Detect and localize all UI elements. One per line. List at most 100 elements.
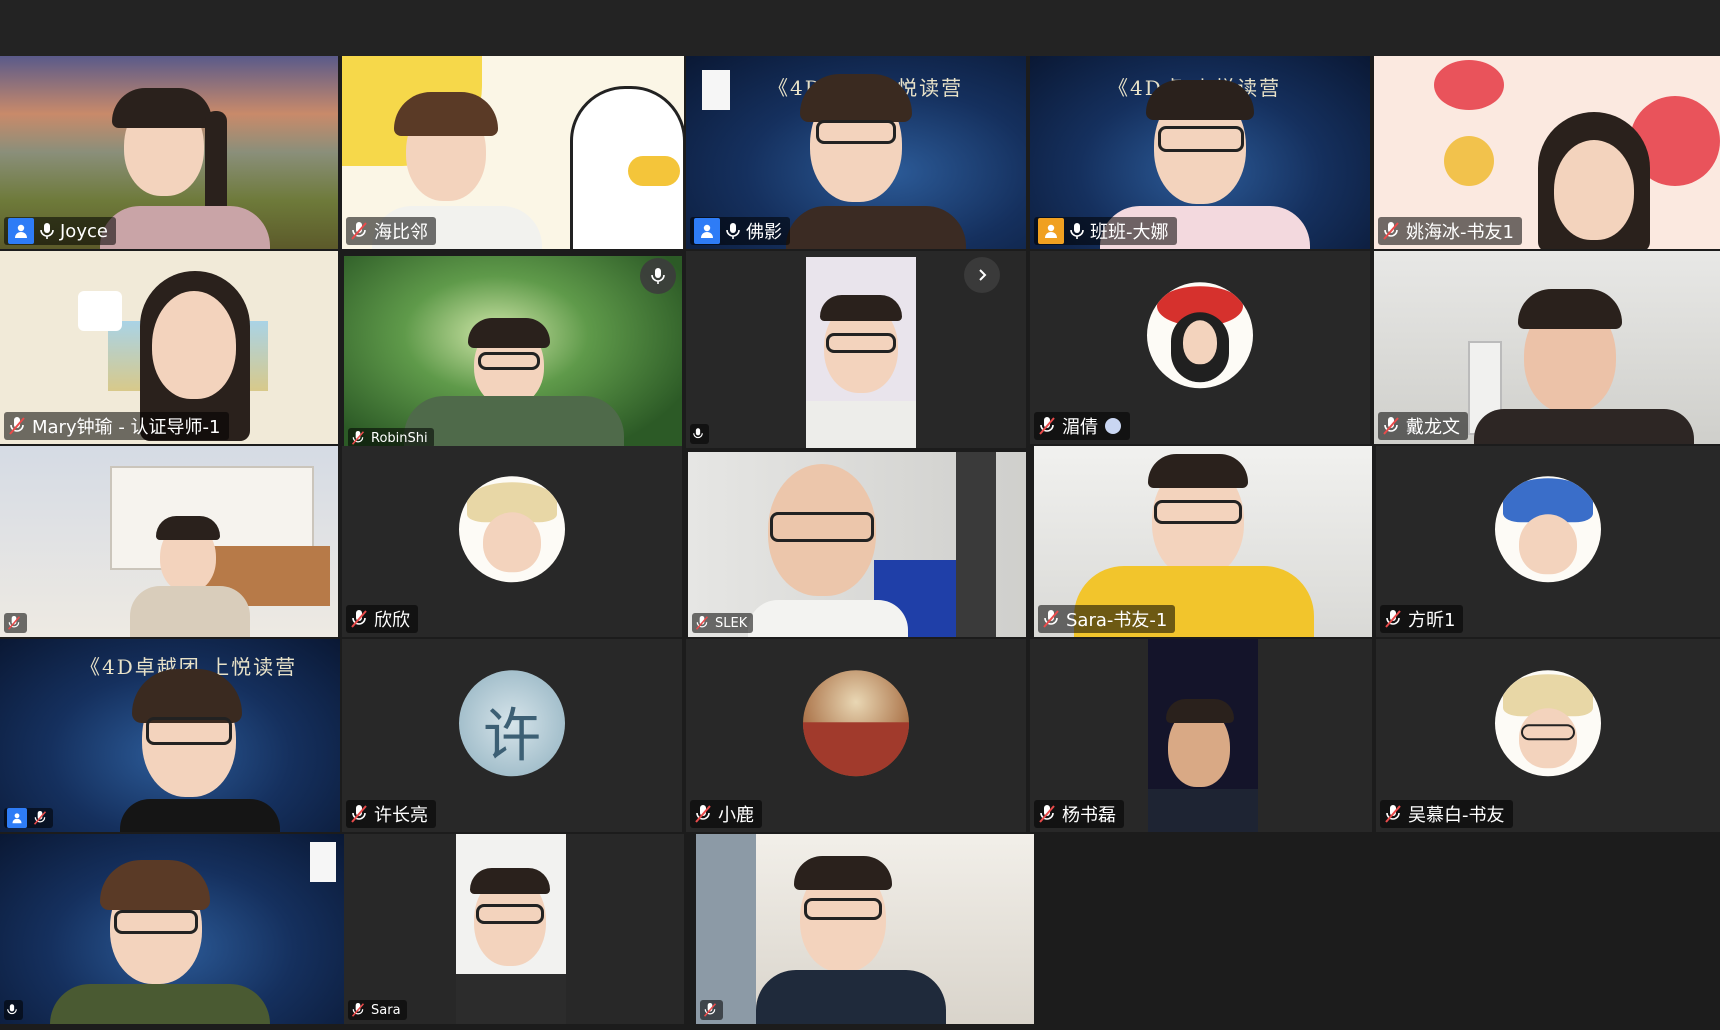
video-tile-joyce[interactable]: Joyce	[0, 56, 338, 249]
video-tile-sara[interactable]: Sara	[344, 834, 684, 1024]
participant-label-unreadable	[4, 1000, 23, 1020]
book-cover	[310, 842, 336, 882]
video-tile-mirrored-banner[interactable]	[0, 834, 344, 1024]
participant-label: 佛影	[690, 217, 790, 245]
video-tile-robinshi[interactable]: RobinShi	[344, 256, 682, 452]
muted-microphone-icon	[1042, 609, 1060, 629]
avatar-face	[483, 511, 541, 572]
participant-label: 许长亮	[346, 800, 436, 828]
avatar-glasses	[1521, 723, 1575, 740]
participant-hair	[800, 74, 912, 122]
participant-glasses	[478, 352, 540, 370]
avatar-floor	[803, 721, 909, 776]
muted-microphone-icon	[1382, 221, 1400, 241]
participant-hair	[100, 860, 210, 910]
video-tile-dana[interactable]: 《4D卓 上悦读营 班班-大娜	[1030, 56, 1370, 249]
microphone-icon	[1070, 222, 1084, 240]
muted-microphone-icon	[695, 615, 709, 631]
participant-label: 海比邻	[346, 217, 436, 245]
muted-microphone-icon	[350, 221, 368, 241]
participant-name: 班班-大娜	[1090, 222, 1169, 243]
video-tile-ceiling-room[interactable]	[696, 834, 1034, 1024]
participant-avatar	[1495, 475, 1601, 582]
video-tile-yaohaibing[interactable]: 姚海冰-书友1	[1374, 56, 1720, 249]
participant-name: 许长亮	[374, 805, 428, 826]
video-tile-zhouli[interactable]: 《4D卓越团 上悦读营	[0, 639, 340, 832]
duck-beak	[628, 156, 680, 186]
participant-label: 班班-大娜	[1034, 217, 1177, 245]
participant-body	[806, 401, 916, 448]
participant-name: 杨书磊	[1062, 805, 1116, 826]
video-tile-foying[interactable]: 《4D卓越 上悦读营 佛影	[686, 56, 1026, 249]
participant-label: 杨书磊	[1034, 800, 1124, 828]
participant-name: Sara-书友-1	[1066, 610, 1168, 631]
participant-name: 小鹿	[718, 805, 754, 826]
participant-label-unreadable	[4, 613, 27, 633]
floor-lamp	[78, 291, 122, 331]
microphone-icon	[726, 222, 740, 240]
video-tile-sara-shuyou[interactable]: Sara-书友-1	[1034, 446, 1372, 637]
participant-body	[786, 206, 966, 249]
participant-hair	[156, 516, 220, 540]
video-tile-fangxin[interactable]: 方昕1	[1376, 446, 1720, 637]
video-tile-slek[interactable]: SLEK	[688, 452, 1026, 637]
participant-hair	[1146, 80, 1254, 120]
next-page-chevron-icon[interactable]	[964, 257, 1000, 293]
muted-microphone-icon	[1384, 609, 1402, 629]
video-tile-yangshulei[interactable]: 杨书磊	[1030, 639, 1372, 832]
participant-name: 佛影	[746, 222, 782, 243]
participant-label: Joyce	[4, 217, 116, 245]
participant-name: Joyce	[60, 220, 108, 242]
participant-avatar	[459, 475, 565, 582]
participant-label: 吴慕白-书友	[1380, 800, 1513, 828]
video-tile-meiqian[interactable]: 湄倩	[1030, 251, 1370, 444]
video-tile-xinxin[interactable]: 欣欣	[342, 446, 682, 637]
participant-body	[120, 799, 280, 832]
participant-hair	[394, 92, 498, 136]
participant-body	[748, 600, 908, 637]
microphone-icon	[693, 427, 703, 441]
muted-microphone-icon	[1384, 804, 1402, 824]
video-tile-kitchen-unnamed[interactable]	[0, 446, 338, 637]
host-person-icon	[694, 218, 720, 244]
video-tile-portrait-unnamed[interactable]	[686, 251, 1026, 448]
host-person-icon	[7, 808, 27, 828]
participant-label: 戴龙文	[1378, 412, 1468, 440]
participant-name: Mary钟瑜 - 认证导师-1	[32, 417, 221, 438]
participant-glasses	[1154, 500, 1242, 524]
cohost-person-icon	[1038, 218, 1064, 244]
participant-name: 戴龙文	[1406, 417, 1460, 438]
participant-body	[456, 974, 566, 1024]
muted-microphone-icon	[703, 1002, 717, 1018]
video-tile-xiaolu[interactable]: 小鹿	[686, 639, 1026, 832]
participant-label-unreadable	[4, 808, 53, 828]
participant-name: 欣欣	[374, 610, 410, 631]
participant-hair	[820, 295, 902, 321]
flower-decoration	[1434, 60, 1504, 110]
curtain	[696, 834, 756, 1024]
avatar-face	[1519, 513, 1577, 574]
participant-glasses	[804, 898, 882, 920]
avatar-face	[1183, 319, 1217, 364]
video-tile-haibilin[interactable]: 海比邻	[342, 56, 684, 249]
participant-label: Mary钟瑜 - 认证导师-1	[4, 412, 229, 440]
participant-label-unreadable	[690, 424, 709, 444]
participant-glasses	[146, 717, 232, 745]
muted-microphone-icon	[694, 804, 712, 824]
participant-body	[130, 586, 250, 637]
video-tile-wumubai[interactable]: 吴慕白-书友	[1376, 639, 1720, 832]
microphone-icon[interactable]	[640, 258, 676, 294]
participant-name: 海比邻	[374, 222, 428, 243]
participant-glasses	[816, 120, 896, 144]
video-tile-dailongwen[interactable]: 戴龙文	[1374, 251, 1720, 444]
participant-body	[1474, 409, 1694, 444]
participant-name: 方昕1	[1408, 610, 1456, 631]
muted-microphone-icon	[350, 804, 368, 824]
video-tile-mary[interactable]: Mary钟瑜 - 认证导师-1	[0, 251, 338, 444]
participant-face	[152, 291, 236, 399]
status-dot-icon	[1104, 417, 1122, 435]
book-cover	[702, 70, 730, 110]
participant-avatar	[803, 669, 909, 776]
video-tile-xuchangliang[interactable]: 许 许长亮	[342, 639, 682, 832]
participant-hair	[794, 856, 892, 890]
